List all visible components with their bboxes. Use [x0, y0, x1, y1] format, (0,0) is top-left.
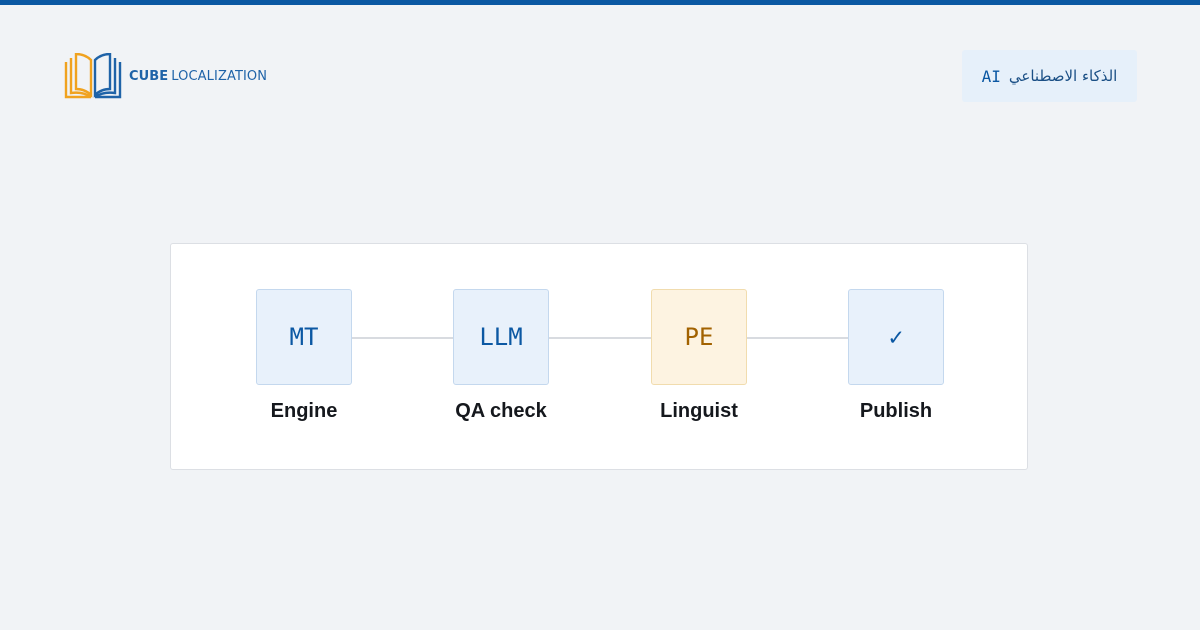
language-code: AI [981, 66, 1001, 86]
brand-name: CUBE LOCALIZATION [129, 69, 267, 84]
step-label-qa-check: QA check [455, 400, 547, 422]
connector-line [549, 337, 652, 339]
connector-line [352, 337, 454, 339]
language-name: الذكاء الاصطناعي [1008, 67, 1118, 85]
step-box-llm: LLM [453, 289, 549, 385]
step-label-engine: Engine [270, 400, 338, 422]
step-box-publish: ✓ [848, 289, 944, 385]
connector-line [747, 337, 849, 339]
brand-name-strong: CUBE [129, 68, 169, 84]
open-book-logo-icon [64, 53, 122, 99]
pipeline-card: MT Engine LLM QA check PE Linguist ✓ Pub… [170, 243, 1028, 470]
brand-name-light: LOCALIZATION [171, 68, 268, 84]
step-label-linguist: Linguist [660, 400, 738, 422]
brand-logo[interactable]: CUBE LOCALIZATION [64, 53, 267, 99]
step-box-mt: MT [256, 289, 352, 385]
step-code: MT [289, 323, 319, 351]
step-code: PE [684, 323, 714, 351]
step-box-pe: PE [651, 289, 747, 385]
language-badge[interactable]: AI الذكاء الاصطناعي [962, 50, 1137, 102]
step-label-publish: Publish [859, 400, 933, 422]
checkmark-icon: ✓ [888, 323, 904, 351]
step-code: LLM [479, 323, 523, 351]
top-accent-bar [0, 0, 1200, 5]
